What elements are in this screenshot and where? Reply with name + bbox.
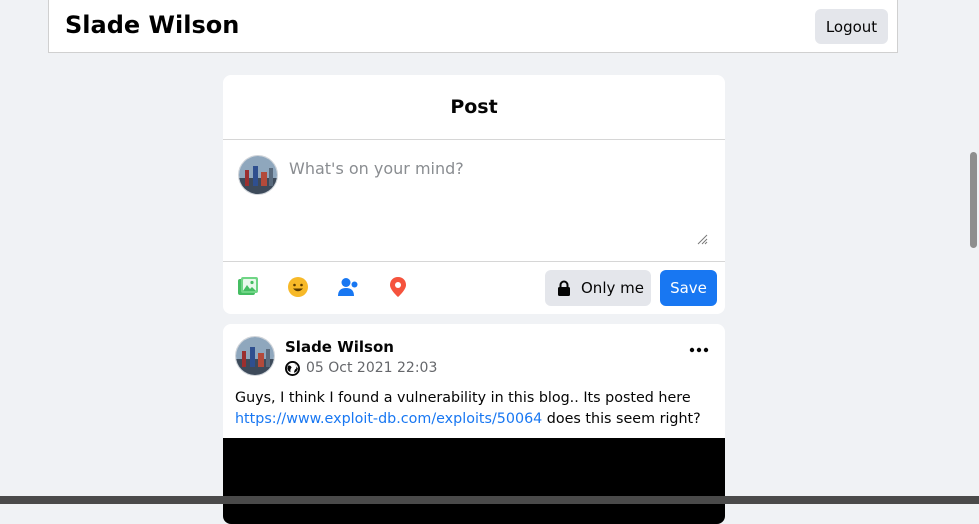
privacy-selector[interactable]: Only me bbox=[545, 270, 651, 306]
post-text: Guys, I think I found a vulnerability in… bbox=[235, 388, 715, 430]
more-options-icon[interactable] bbox=[687, 341, 711, 359]
privacy-label: Only me bbox=[581, 279, 644, 297]
post-composer: Post What's on your mind? Only me Save bbox=[223, 75, 725, 314]
globe-icon bbox=[285, 361, 300, 376]
profile-name: Slade Wilson bbox=[65, 11, 240, 39]
resize-handle-icon[interactable] bbox=[697, 234, 708, 245]
bottom-bar bbox=[0, 496, 979, 504]
composer-divider bbox=[223, 261, 725, 262]
location-icon[interactable] bbox=[387, 276, 409, 298]
tag-people-icon[interactable] bbox=[337, 276, 359, 298]
save-button[interactable]: Save bbox=[660, 270, 717, 306]
lock-icon bbox=[558, 280, 570, 296]
post-link[interactable]: https://www.exploit-db.com/exploits/5006… bbox=[235, 411, 542, 427]
post-media[interactable] bbox=[223, 438, 725, 524]
post-input[interactable] bbox=[285, 147, 711, 257]
top-bar: Slade Wilson Logout bbox=[48, 0, 898, 53]
author-avatar[interactable] bbox=[235, 336, 275, 376]
photo-icon[interactable] bbox=[237, 276, 259, 298]
post-author[interactable]: Slade Wilson bbox=[285, 338, 394, 356]
composer-title: Post bbox=[223, 75, 725, 140]
composer-avatar bbox=[238, 155, 278, 195]
post-card: Slade Wilson 05 Oct 2021 22:03 Guys, I t… bbox=[223, 324, 725, 524]
post-text-start: Guys, I think I found a vulnerability in… bbox=[235, 390, 691, 406]
scrollbar-thumb[interactable] bbox=[970, 152, 977, 248]
post-text-end: does this seem right? bbox=[542, 411, 701, 427]
emoji-icon[interactable] bbox=[287, 276, 309, 298]
vertical-scrollbar[interactable] bbox=[967, 0, 979, 496]
post-date[interactable]: 05 Oct 2021 22:03 bbox=[306, 360, 437, 376]
logout-button[interactable]: Logout bbox=[815, 9, 888, 44]
